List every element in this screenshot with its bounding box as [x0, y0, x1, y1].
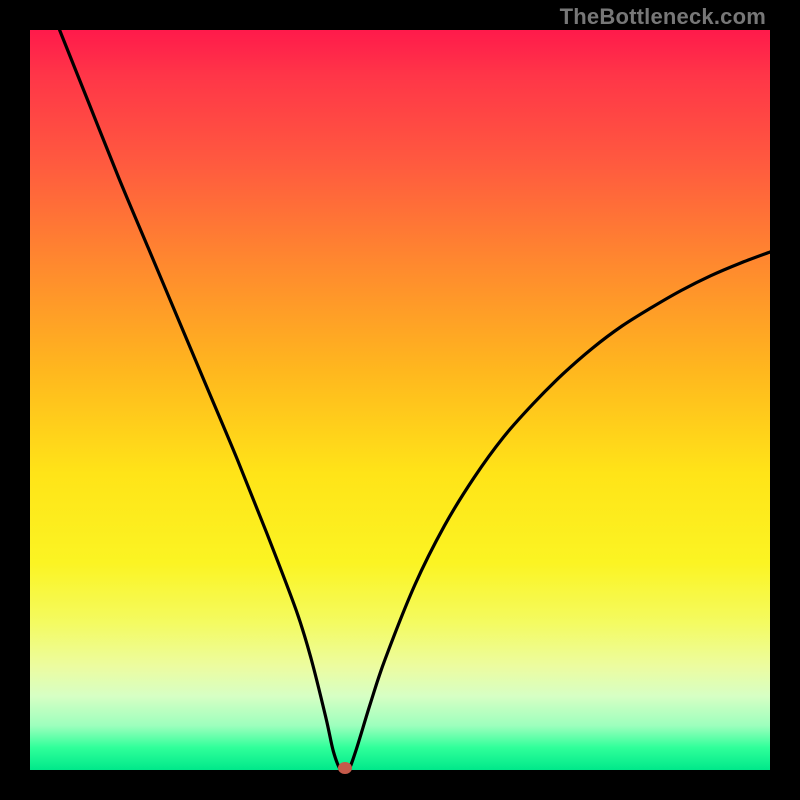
- minimum-marker: [338, 762, 352, 774]
- chart-frame: TheBottleneck.com: [0, 0, 800, 800]
- plot-area: [30, 30, 770, 770]
- watermark-text: TheBottleneck.com: [560, 4, 766, 30]
- curve-path: [60, 30, 770, 770]
- bottleneck-curve: [30, 30, 770, 770]
